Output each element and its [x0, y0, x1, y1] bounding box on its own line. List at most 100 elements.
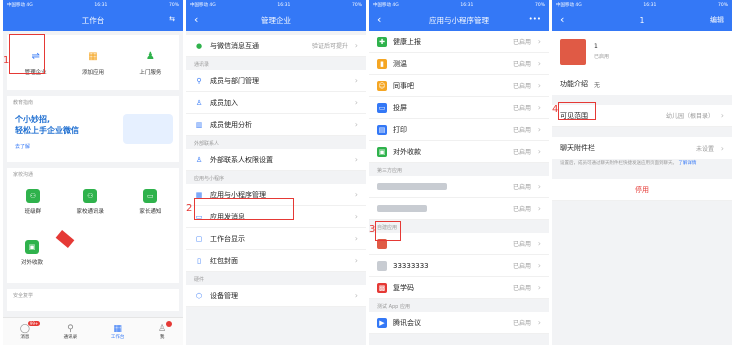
app-logo-icon — [560, 39, 586, 65]
app-row-colleague[interactable]: ☺ 同事吧 已启用 › — [369, 75, 549, 97]
envelope-icon: ▯ — [197, 256, 201, 265]
status-bar: 中国移动 4G 16:31 70% — [369, 0, 549, 10]
section-test-apps: 测试 App 应用 — [377, 304, 410, 310]
app-status: 已启用 — [594, 54, 610, 60]
highlight-box-2 — [194, 198, 294, 220]
chevron-right-icon: › — [720, 111, 724, 120]
back-chevron-icon[interactable]: ‹ — [560, 13, 564, 26]
panel-app-detail: 中国移动 4G 16:31 70% ‹ 1 编辑 1 已启用 功能介绍 无 可见… — [552, 0, 732, 345]
printer-icon: ▤ — [377, 124, 387, 135]
app-name: 1 — [594, 43, 598, 50]
learn-details-link[interactable]: 了解详情 — [678, 161, 696, 166]
safety-card: 安全复学 — [7, 289, 179, 311]
ribbon-tag — [55, 230, 75, 248]
app-row-temperature[interactable]: ▮ 测温 已启用 › — [369, 53, 549, 75]
nav-bar: ‹ 应用与小程序管理 ••• — [369, 10, 549, 31]
bar-chart-icon: ▥ — [195, 120, 203, 129]
page-title: 应用与小程序管理 — [429, 16, 489, 25]
wechat-interop-row[interactable]: ● 与微信消息互通 验证后可提升 › — [186, 35, 366, 57]
tip-line1: 个小妙招, — [15, 115, 51, 124]
app-row-cast[interactable]: ▭ 投屏 已启用 › — [369, 97, 549, 119]
page-title: 1 — [639, 16, 645, 25]
highlight-box-1 — [9, 34, 45, 74]
step-marker-4: 4 — [552, 104, 559, 115]
add-person-icon: ♙ — [195, 98, 203, 107]
edit-button[interactable]: 编辑 — [710, 15, 724, 25]
payment-icon: ▣ — [25, 240, 39, 254]
app-class-group[interactable]: ⚇ 班级群 — [25, 189, 41, 215]
tab-contacts[interactable]: ⚲ 通讯录 — [64, 324, 78, 340]
qr-icon: ▩ — [377, 282, 387, 293]
app-external-payment[interactable]: ▣ 对外收款 — [21, 240, 43, 266]
meeting-icon: ▶ — [377, 317, 387, 328]
third-app-row-2[interactable]: 已启用 › — [369, 198, 549, 220]
back-chevron-icon[interactable]: ‹ — [194, 13, 198, 26]
app-logo-icon — [377, 260, 387, 271]
org-chart-icon: ⚲ — [196, 76, 202, 85]
tab-me[interactable]: ♙ 我 — [158, 320, 173, 340]
person-icon: ♟ — [143, 49, 158, 64]
row-red-packet-cover[interactable]: ▯ 红包封面 › — [186, 250, 366, 272]
wechat-icon: ● — [195, 41, 203, 50]
health-icon: ✚ — [377, 36, 387, 47]
learn-more-link[interactable]: 去了解 — [15, 143, 30, 150]
grid-add-icon: ▦ — [85, 49, 100, 64]
thermometer-icon: ▮ — [377, 58, 387, 69]
step-marker-3: 3 — [369, 224, 376, 235]
third-app-row-1[interactable]: 已启用 › — [369, 176, 549, 198]
chevron-right-icon: › — [354, 41, 358, 50]
row-member-analysis[interactable]: ▥ 成员使用分析 › — [186, 114, 366, 136]
colleague-icon: ☺ — [377, 80, 387, 91]
window-icon: ▢ — [195, 234, 203, 243]
highlight-box-4 — [558, 102, 596, 120]
status-bar: 中国移动 4G 16:31 70% — [552, 0, 732, 10]
row-device-manage[interactable]: ⬡ 设备管理 › — [186, 285, 366, 307]
tab-messages[interactable]: ◯ 消息 99+ — [20, 320, 41, 340]
self-app-row-2[interactable]: 33333333 已启用 › — [369, 255, 549, 277]
app-add-application[interactable]: ▦ 添加应用 — [82, 49, 104, 76]
step-marker-1: 1 — [3, 55, 10, 66]
app-home-school-contacts[interactable]: ⚇ 家校通讯录 — [76, 189, 104, 215]
nav-bar: ‹ 管理企业 — [186, 10, 366, 31]
back-chevron-icon[interactable]: ‹ — [377, 13, 381, 26]
chat-attachment-row[interactable]: 聊天附件栏 未设置 › — [552, 137, 732, 159]
grid-icon: ▦ — [113, 323, 122, 334]
status-bar: 中国移动 4G 16:31 70% — [3, 0, 183, 10]
disable-button[interactable]: 停用 — [552, 179, 732, 201]
section-contacts: 通讯录 — [194, 62, 210, 68]
org-icon: ⚲ — [67, 323, 74, 334]
switch-icon[interactable]: ⇆ — [169, 15, 175, 23]
app-parent-notice[interactable]: ▭ 家长通知 — [139, 189, 161, 215]
nav-bar: 工作台 ⇆ — [3, 10, 183, 31]
unread-badge: 99+ — [27, 320, 41, 326]
app-row-health[interactable]: ✚ 健康上报 已启用 › — [369, 31, 549, 53]
panel-manage-enterprise: 中国移动 4G 16:31 70% ‹ 管理企业 ● 与微信消息互通 验证后可提… — [186, 0, 366, 345]
tab-workbench[interactable]: ▦ 工作台 — [111, 324, 125, 340]
highlight-box-3 — [375, 221, 401, 241]
more-icon[interactable]: ••• — [529, 15, 541, 23]
chat-icon: ▭ — [143, 189, 158, 203]
time-label: 16:31 — [94, 2, 108, 8]
section-apps: 应用与小程序 — [194, 176, 225, 182]
row-members-departments[interactable]: ⚲ 成员与部门管理 › — [186, 70, 366, 92]
row-external-permission[interactable]: ♙ 外部联系人权限设置 › — [186, 149, 366, 171]
contacts-icon: ⚇ — [83, 189, 98, 203]
page-title: 工作台 — [81, 16, 105, 25]
panel-workbench: 中国移动 4G 16:31 70% 工作台 ⇆ ⇌ 管理企业 ▦ 添加应用 ♟ … — [3, 0, 183, 345]
step-marker-2: 2 — [186, 203, 193, 214]
home-school-card: 家校沟通 ⚇ 班级群 ⚇ 家校通讯录 ▭ 家长通知 ▣ 对外收款 — [7, 168, 179, 283]
section-hardware: 硬件 — [194, 277, 205, 283]
cast-icon: ▭ — [377, 102, 387, 113]
row-workbench-display[interactable]: ▢ 工作台显示 › — [186, 228, 366, 250]
self-app-row-3[interactable]: ▩ 复学码 已启用 › — [369, 277, 549, 299]
person-lock-icon: ♙ — [195, 155, 203, 164]
app-row-tencent-meeting[interactable]: ▶ 腾讯会议 已启用 › — [369, 312, 549, 334]
blurred-content — [377, 183, 447, 190]
app-door-service[interactable]: ♟ 上门服务 — [139, 49, 161, 76]
tips-card: 教育指南 个小妙招, 轻松上手企业微信 去了解 — [7, 96, 179, 162]
battery-label: 70% — [168, 2, 179, 8]
row-member-join[interactable]: ♙ 成员加入 › — [186, 92, 366, 114]
app-row-payment[interactable]: ▣ 对外收款 已启用 › — [369, 141, 549, 163]
notify-dot — [166, 320, 173, 327]
app-row-print[interactable]: ▤ 打印 已启用 › — [369, 119, 549, 141]
